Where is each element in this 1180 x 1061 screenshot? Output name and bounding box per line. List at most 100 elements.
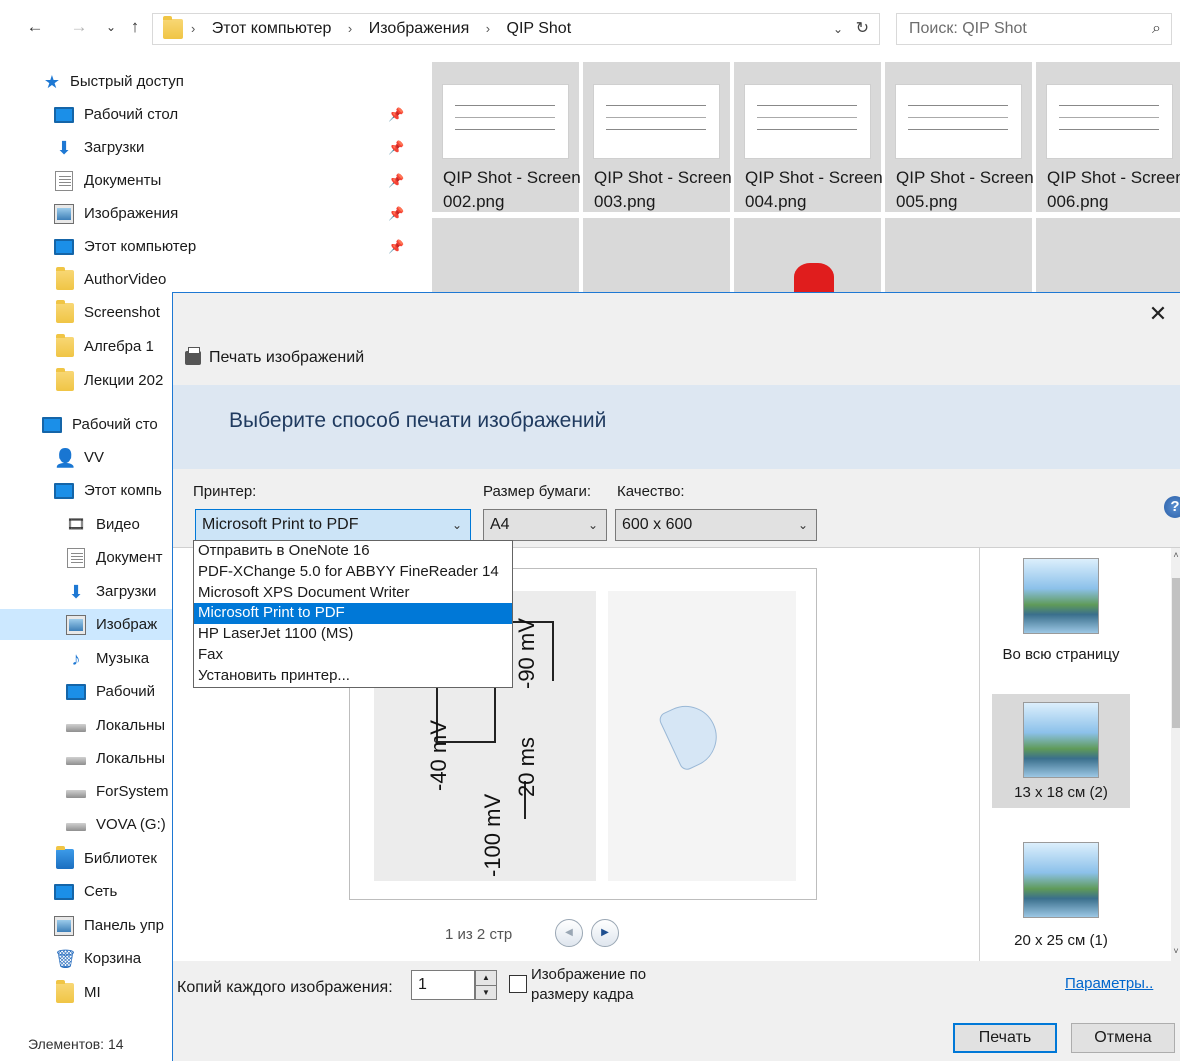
scroll-up-arrow-icon[interactable]: ˄ xyxy=(1171,550,1180,560)
sidebar-item-label: Документ xyxy=(96,549,163,566)
search-input[interactable]: Поиск: QIP Shot ⌕ xyxy=(896,13,1172,45)
music-icon: ♪ xyxy=(71,649,81,669)
star-icon: ★ xyxy=(43,72,61,92)
file-name: QIP Shot - Screen 006.png xyxy=(1047,168,1180,211)
scroll-down-arrow-icon[interactable]: ˅ xyxy=(1171,946,1180,956)
spin-down-icon[interactable]: ▼ xyxy=(476,985,496,999)
pictures-icon xyxy=(66,615,86,635)
breadcrumb: › Этот компьютер › Изображения › QIP Sho… xyxy=(191,14,571,44)
pin-icon[interactable]: 📌 xyxy=(388,132,404,163)
chevron-down-icon: ⌄ xyxy=(451,518,462,532)
scrollbar-thumb[interactable] xyxy=(1172,578,1180,728)
paper-size-value: A4 xyxy=(490,516,510,533)
printer-option[interactable]: HP LaserJet 1100 (MS) xyxy=(194,624,512,645)
address-bar[interactable]: › Этот компьютер › Изображения › QIP Sho… xyxy=(152,13,880,45)
file-tile[interactable] xyxy=(432,218,579,298)
printer-option[interactable]: Fax xyxy=(194,645,512,666)
sidebar-item-folder[interactable]: AuthorVideo xyxy=(0,264,410,295)
printer-option[interactable]: Отправить в OneNote 16 xyxy=(194,541,512,562)
up-arrow-icon[interactable]: ↑ xyxy=(124,16,146,38)
file-name: QIP Shot - Screen 003.png xyxy=(594,168,732,211)
image-preview xyxy=(1046,84,1173,159)
options-link[interactable]: Параметры.. xyxy=(1065,975,1153,992)
layout-option-13x18[interactable]: 13 x 18 см (2) xyxy=(992,694,1130,808)
file-tile[interactable] xyxy=(1036,218,1180,298)
search-placeholder: Поиск: QIP Shot xyxy=(909,20,1027,37)
paper-size-select[interactable]: A4 ⌄ xyxy=(483,509,607,541)
pin-icon[interactable]: 📌 xyxy=(388,99,404,130)
copies-input[interactable]: 1 xyxy=(411,970,475,1000)
libraries-icon xyxy=(56,846,74,869)
cancel-button[interactable]: Отмена xyxy=(1071,1023,1175,1053)
chevron-down-icon[interactable]: ⌄ xyxy=(833,14,843,44)
print-button[interactable]: Печать xyxy=(953,1023,1057,1053)
pin-icon[interactable]: 📌 xyxy=(388,231,404,262)
thumbnail-grid: QIP Shot - Screen 002.png QIP Shot - Scr… xyxy=(430,62,1180,302)
file-tile[interactable] xyxy=(734,218,881,298)
dialog-banner: Выберите способ печати изображений xyxy=(173,385,1180,469)
sidebar-item-label: Рабочий xyxy=(96,683,156,700)
pin-icon[interactable]: 📌 xyxy=(388,165,404,196)
sidebar-item-pictures-pinned[interactable]: Изображения 📌 xyxy=(0,198,410,229)
file-tile[interactable]: QIP Shot - Screen 003.png xyxy=(583,62,732,212)
layout-thumbnail xyxy=(1023,558,1099,634)
previous-page-button[interactable]: ◀ xyxy=(555,919,583,947)
user-icon: 👤 xyxy=(54,448,77,468)
folder-icon xyxy=(56,300,74,323)
forward-arrow-icon[interactable]: → xyxy=(68,16,90,38)
close-icon[interactable]: ✕ xyxy=(1144,301,1172,327)
layout-option-full-page[interactable]: Во всю страницу xyxy=(992,548,1130,672)
breadcrumb-item[interactable]: QIP Shot xyxy=(507,14,572,44)
file-tile[interactable] xyxy=(583,218,730,298)
sidebar-item-label: Рабочий сто xyxy=(72,416,158,433)
back-arrow-icon[interactable]: ← xyxy=(24,16,46,38)
help-icon[interactable]: ? xyxy=(1164,496,1180,518)
breadcrumb-item[interactable]: Этот компьютер xyxy=(212,14,332,44)
fit-to-frame-checkbox[interactable] xyxy=(509,975,527,993)
layout-list: Во всю страницу 13 x 18 см (2) 20 x 25 с… xyxy=(979,547,1180,962)
sidebar-item-label: VV xyxy=(84,449,105,466)
sidebar-item-label: Документы xyxy=(84,172,162,189)
file-tile[interactable]: QIP Shot - Screen 004.png xyxy=(734,62,883,212)
image-preview xyxy=(442,84,569,159)
page-indicator: 1 из 2 стр xyxy=(445,926,513,943)
layout-scrollbar[interactable] xyxy=(1171,548,1180,962)
pictures-icon xyxy=(54,204,74,224)
layout-label: 20 x 25 см (1) xyxy=(1014,932,1108,949)
next-page-button[interactable]: ▶ xyxy=(591,919,619,947)
printer-select-value: Microsoft Print to PDF xyxy=(202,516,359,533)
printer-option[interactable]: PDF-XChange 5.0 for ABBYY FineReader 14 xyxy=(194,562,512,583)
sidebar-item-this-pc-pinned[interactable]: Этот компьютер 📌 xyxy=(0,231,410,262)
file-tile[interactable]: QIP Shot - Screen 005.png xyxy=(885,62,1034,212)
printer-option[interactable]: Microsoft XPS Document Writer xyxy=(194,583,512,604)
chevron-right-icon: › xyxy=(191,21,196,36)
sidebar-item-label: VOVA (G:) xyxy=(96,816,166,833)
sidebar-item-label: AuthorVideo xyxy=(84,271,167,288)
breadcrumb-item[interactable]: Изображения xyxy=(369,14,470,44)
file-tile[interactable]: QIP Shot - Screen 006.png xyxy=(1036,62,1180,212)
fit-to-frame-label: Изображение по размеру кадра xyxy=(531,966,647,1003)
sidebar-item-downloads-pinned[interactable]: ⬇ Загрузки 📌 xyxy=(0,132,410,163)
refresh-icon[interactable]: ↻ xyxy=(856,14,869,44)
recent-dropdown-icon[interactable]: ⌄ xyxy=(100,16,122,38)
sidebar-item-documents-pinned[interactable]: Документы 📌 xyxy=(0,165,410,196)
printer-select[interactable]: Microsoft Print to PDF ⌄ xyxy=(195,509,471,541)
file-tile[interactable]: QIP Shot - Screen 002.png xyxy=(432,62,581,212)
file-tile[interactable] xyxy=(885,218,1032,298)
network-icon xyxy=(54,884,74,900)
printer-option-selected[interactable]: Microsoft Print to PDF xyxy=(194,603,512,625)
sidebar-item-label: Этот компь xyxy=(84,482,162,499)
quality-select[interactable]: 600 x 600 ⌄ xyxy=(615,509,817,541)
pin-icon[interactable]: 📌 xyxy=(388,198,404,229)
sidebar-item-desktop-pinned[interactable]: Рабочий стол 📌 xyxy=(0,99,410,130)
copies-spinner[interactable]: ▲ ▼ xyxy=(475,970,497,1000)
documents-icon xyxy=(67,548,85,568)
sidebar-item-label: MI xyxy=(84,984,101,1001)
sidebar-item-quick-access[interactable]: ★ Быстрый доступ xyxy=(0,66,410,97)
layout-option-20x25[interactable]: 20 x 25 см (1) xyxy=(992,842,1130,960)
sidebar-item-label: Корзина xyxy=(84,950,142,967)
add-printer-option[interactable]: Установить принтер... xyxy=(194,666,512,687)
drive-icon xyxy=(66,823,86,831)
preview-image-right xyxy=(608,591,796,881)
spin-up-icon[interactable]: ▲ xyxy=(476,971,496,985)
